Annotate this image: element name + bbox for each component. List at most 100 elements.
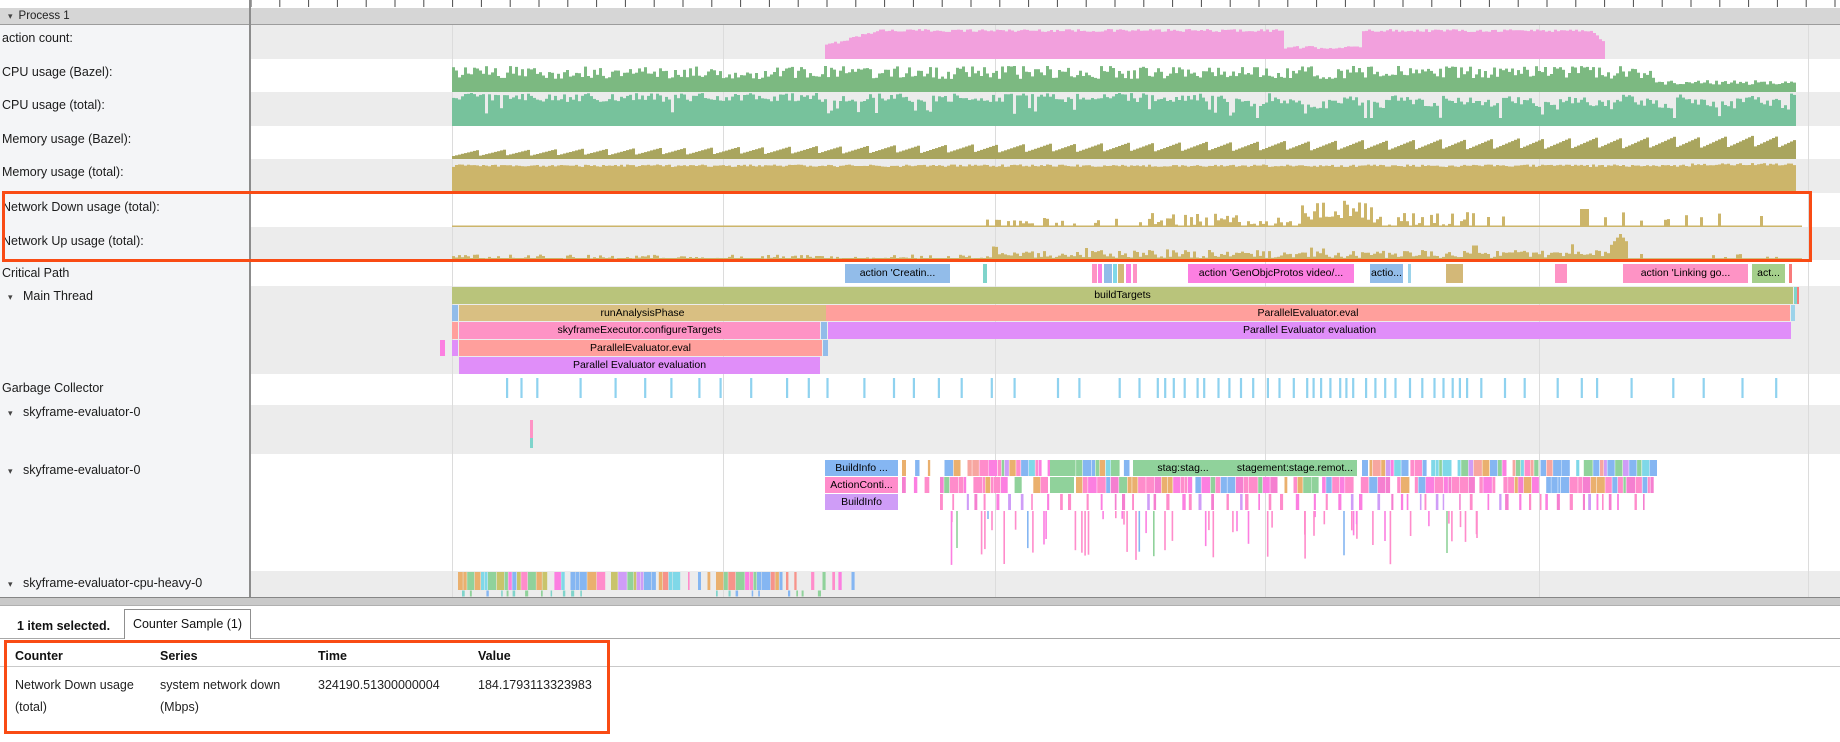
slice-buildinfo[interactable]: BuildInfo (825, 494, 898, 510)
track-label-net-up: Network Up usage (total): (0, 233, 248, 249)
tab-counter-sample[interactable]: Counter Sample (1) (124, 609, 251, 639)
timeline-ruler[interactable] (0, 0, 1840, 8)
track-area-mem-total[interactable] (250, 159, 1840, 193)
process-header[interactable]: ▾ Process 1 (0, 8, 1840, 25)
slice[interactable] (452, 305, 458, 322)
track-area-net-down[interactable] (250, 193, 1840, 227)
slice[interactable] (1050, 477, 1074, 493)
track-area-skyframe-evaluator-0[interactable] (250, 405, 1840, 454)
slice[interactable] (1791, 305, 1795, 322)
slice[interactable] (1446, 264, 1463, 283)
disclosure-triangle-icon[interactable]: ▾ (8, 289, 23, 304)
slice-stag-stag-[interactable]: stag:stag... (1133, 460, 1233, 476)
track-area-cpu-total[interactable] (250, 92, 1840, 126)
slice-parallelevaluator-eval[interactable]: ParallelEvaluator.eval (459, 340, 822, 357)
cell-counter-line2: (total) (15, 696, 47, 718)
track-label-text: Network Down usage (total): (2, 200, 160, 214)
slice[interactable] (1408, 264, 1411, 283)
track-label-cpu-bazel: CPU usage (Bazel): (0, 64, 248, 80)
track-area-cpu-bazel[interactable] (250, 59, 1840, 92)
slice[interactable] (821, 322, 827, 339)
slice-act-[interactable]: act... (1752, 264, 1785, 283)
track-area-action-count[interactable] (250, 25, 1840, 59)
track-label-action-count: action count: (0, 30, 248, 46)
tab-counter-sample-label: Counter Sample (1) (133, 617, 242, 631)
trace-viewer: ▾ Process 1 action count: CPU usage (Bazel… (0, 0, 1840, 742)
track-label-skyframe-evaluator-0[interactable]: ▾skyframe-evaluator-0 (0, 404, 248, 420)
slice[interactable] (440, 340, 445, 357)
track-area-garbage-collector[interactable] (250, 374, 1840, 405)
track-label-net-down: Network Down usage (total): (0, 199, 248, 215)
slice-parallel-evaluator-evaluation[interactable]: Parallel Evaluator evaluation (459, 357, 820, 374)
disclosure-triangle-icon[interactable]: ▾ (8, 405, 23, 420)
selection-status: 1 item selected. (17, 612, 110, 640)
track-label-text: CPU usage (total): (2, 98, 105, 112)
slice[interactable] (1118, 264, 1124, 283)
track-label-main-thread[interactable]: ▾Main Thread (0, 288, 248, 304)
track-label-text: CPU usage (Bazel): (2, 65, 112, 79)
track-label-text: Memory usage (total): (2, 165, 124, 179)
track-area-critical-path[interactable] (250, 260, 1840, 286)
track-label-text: Network Up usage (total): (2, 234, 144, 248)
track-label-text: skyframe-evaluator-0 (23, 405, 140, 419)
track-label-text: Main Thread (23, 289, 93, 303)
slice[interactable] (1113, 264, 1117, 283)
slice[interactable] (1133, 264, 1137, 283)
track-label-text: skyframe-evaluator-0 (23, 463, 140, 477)
slice[interactable] (1104, 264, 1112, 283)
table-header-counter: Counter (15, 646, 63, 666)
track-label-skyframe-evaluator-0-b[interactable]: ▾skyframe-evaluator-0 (0, 462, 248, 478)
slice[interactable] (1555, 264, 1567, 283)
slice-runanalysisphase[interactable]: runAnalysisPhase (459, 305, 826, 322)
time-gridline (1808, 25, 1809, 598)
tab-strip-divider (0, 638, 1840, 639)
slice-skyframeexecutor-configuretargets[interactable]: skyframeExecutor.configureTargets (459, 322, 820, 339)
slice[interactable] (983, 264, 987, 283)
table-header-divider (0, 666, 1840, 667)
slice[interactable] (1098, 264, 1102, 283)
track-label-text: skyframe-evaluator-cpu-heavy-0 (23, 576, 202, 590)
slice[interactable] (452, 340, 458, 357)
cell-time: 324190.51300000004 (318, 674, 440, 696)
disclosure-triangle-icon[interactable]: ▾ (8, 576, 23, 591)
track-label-text: Critical Path (2, 266, 69, 280)
table-header-value: Value (478, 646, 511, 666)
cell-series-line2: (Mbps) (160, 696, 199, 718)
disclosure-triangle-icon[interactable]: ▾ (8, 463, 23, 478)
slice-parallel-evaluator-evaluation[interactable]: Parallel Evaluator evaluation (828, 322, 1791, 339)
track-area-net-up[interactable] (250, 227, 1840, 260)
slice[interactable] (823, 340, 828, 357)
cell-value: 184.1793113323983 (478, 674, 592, 696)
track-area-skyframe-evaluator-0-b[interactable] (250, 454, 1840, 571)
slice-action-linking-go-[interactable]: action 'Linking go... (1623, 264, 1748, 283)
label-chart-divider (249, 0, 251, 597)
cell-series-line1: system network down (160, 674, 280, 696)
slice[interactable] (1789, 264, 1792, 283)
slice[interactable] (452, 322, 458, 339)
details-panel: 1 item selected. Counter Sample (1) Coun… (0, 606, 1840, 742)
collapse-triangle-icon[interactable]: ▾ (8, 8, 13, 24)
slice-actio-[interactable]: actio... (1370, 264, 1403, 283)
track-label-text: Memory usage (Bazel): (2, 132, 131, 146)
slice[interactable] (1797, 287, 1799, 304)
slice[interactable] (1092, 264, 1097, 283)
slice[interactable] (530, 438, 533, 448)
process-title: Process 1 (19, 10, 70, 22)
slice-buildtargets[interactable]: buildTargets (452, 287, 1793, 304)
slice-action-genobjcprotos-video-[interactable]: action 'GenObjcProtos video/... (1188, 264, 1354, 283)
horizontal-scrollbar[interactable] (0, 597, 1840, 606)
track-area-mem-bazel[interactable] (250, 126, 1840, 159)
slice-action-creatin-[interactable]: action 'Creatin... (845, 264, 950, 283)
track-label-skyframe-evaluator-cpu-heavy-0[interactable]: ▾skyframe-evaluator-cpu-heavy-0 (0, 575, 248, 591)
slice-stagement-stage-remot-[interactable]: stagement:stage.remot... (1233, 460, 1357, 476)
slice-actionconti-[interactable]: ActionConti... (825, 477, 898, 493)
slice[interactable] (530, 420, 533, 438)
slice[interactable] (1126, 264, 1131, 283)
track-area-skyframe-evaluator-cpu-heavy-0[interactable] (250, 571, 1840, 598)
slice-parallelevaluator-eval[interactable]: ParallelEvaluator.eval (826, 305, 1790, 322)
slice[interactable] (1050, 460, 1074, 476)
track-label-text: action count: (2, 31, 73, 45)
slice-buildinfo-[interactable]: BuildInfo ... (825, 460, 898, 476)
track-label-critical-path: Critical Path (0, 265, 248, 281)
table-header-time: Time (318, 646, 347, 666)
